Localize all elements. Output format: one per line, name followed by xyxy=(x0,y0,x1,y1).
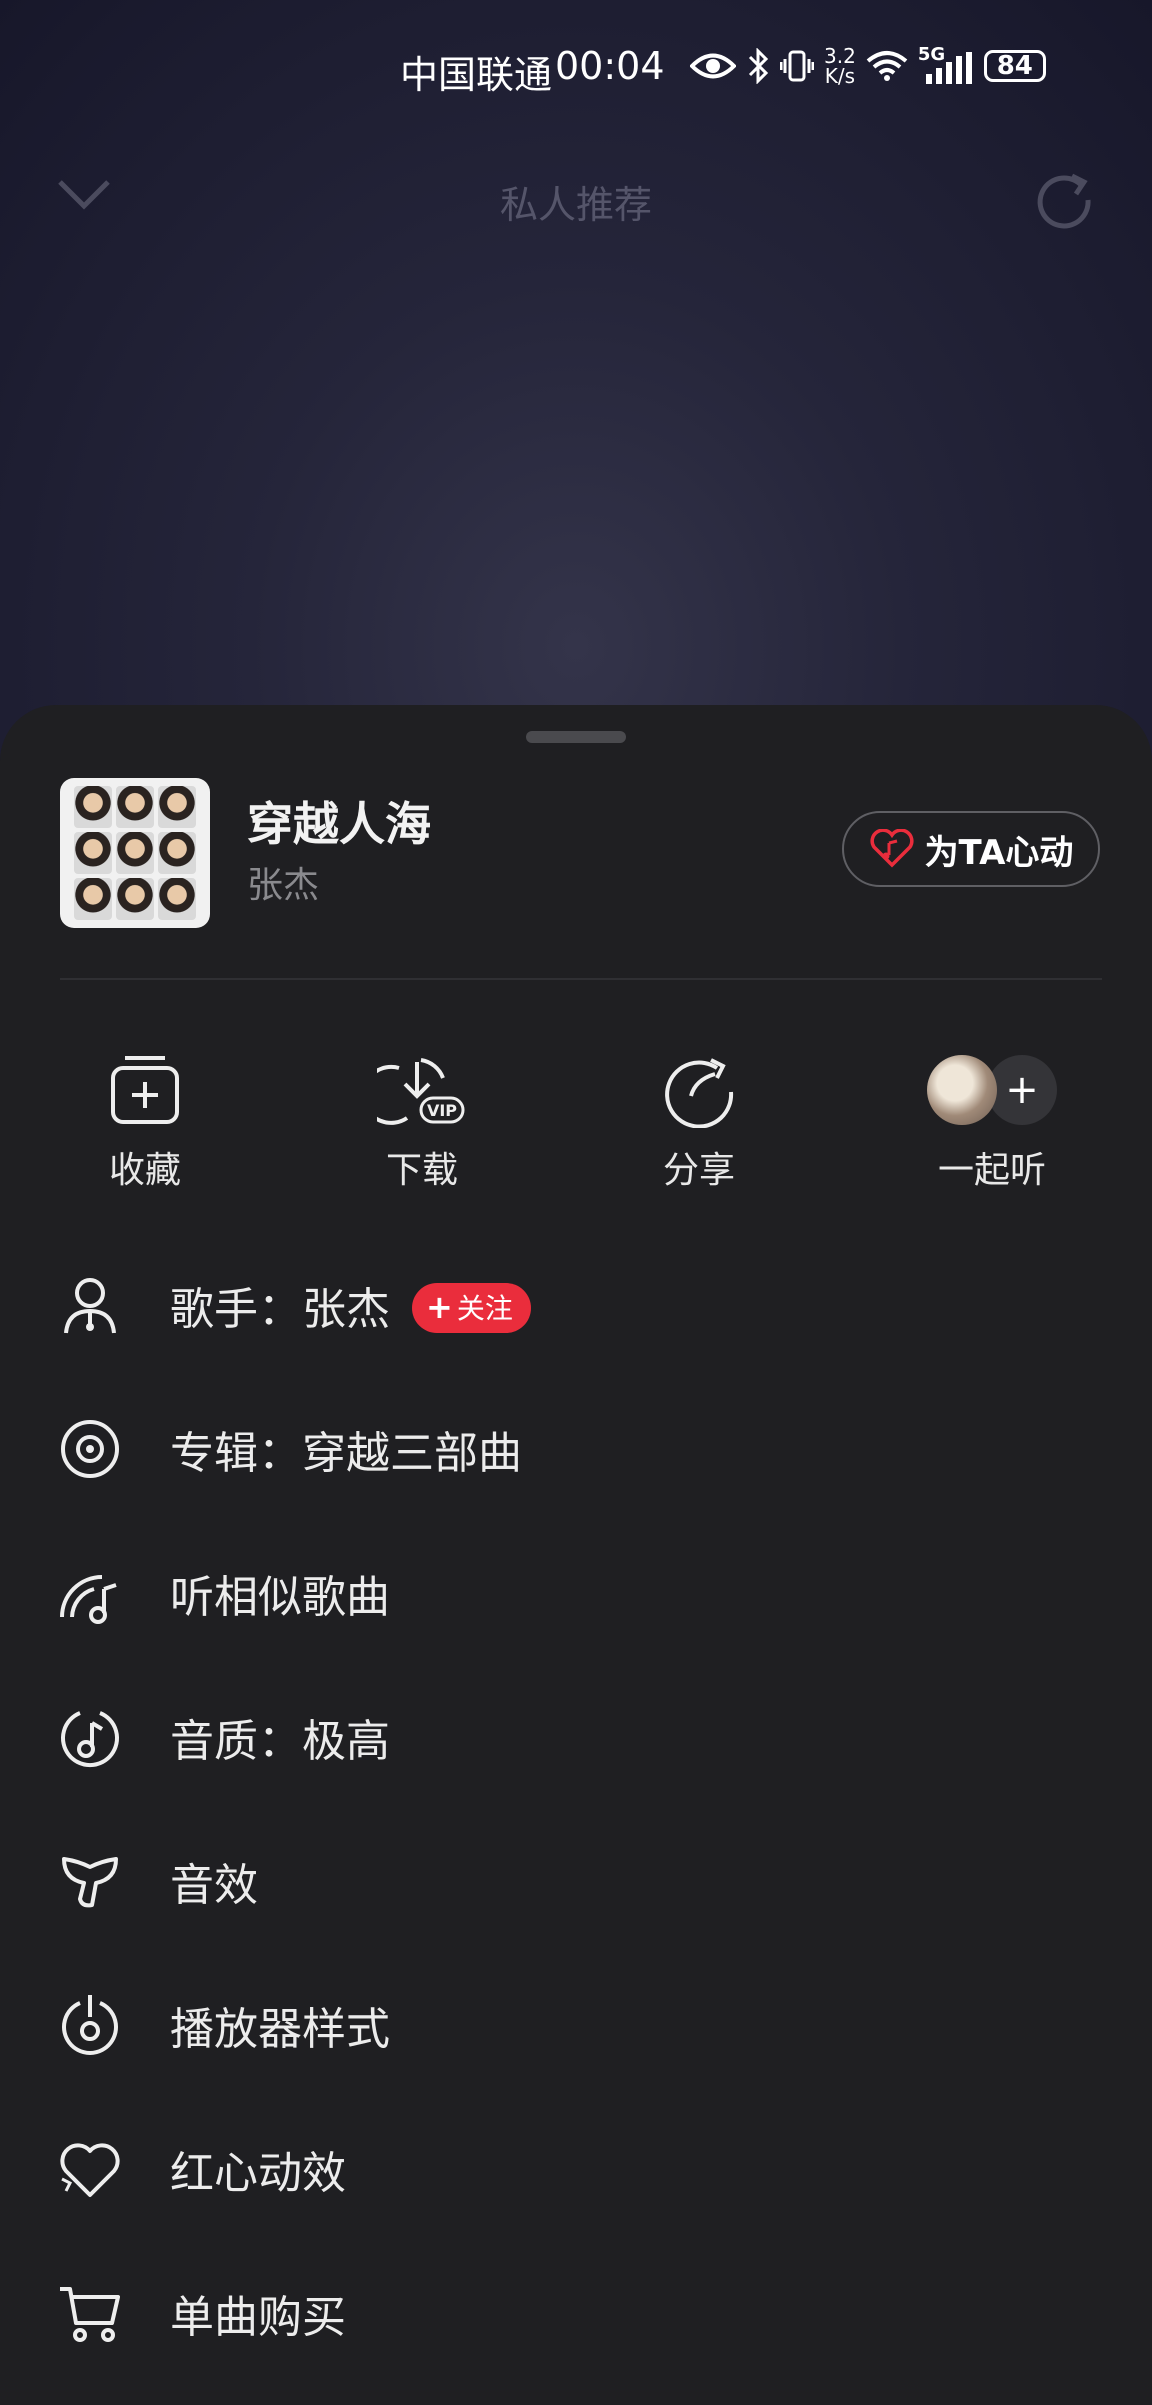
similar-songs-icon xyxy=(60,1575,117,1624)
collect-action[interactable]: 收藏 xyxy=(35,1045,255,1193)
menu-item-player-style[interactable]: 播放器样式 xyxy=(0,1975,1152,2075)
signal-bars-icon xyxy=(925,52,972,84)
player-style-label: 播放器样式 xyxy=(170,2004,390,2055)
divider xyxy=(60,978,1102,980)
clock: 00:04 xyxy=(555,44,665,88)
heart-effect-icon xyxy=(60,2143,120,2197)
album-name: 穿越三部曲 xyxy=(302,1428,522,1479)
menu-item-album[interactable]: 专辑：穿越三部曲 xyxy=(0,1399,1152,1499)
share-label: 分享 xyxy=(662,1150,735,1191)
refresh-icon[interactable] xyxy=(1032,166,1096,230)
status-icons: 3.2 K/s 5G 84 xyxy=(690,44,1046,86)
player-background xyxy=(0,0,1152,760)
net-speed-unit: K/s xyxy=(824,64,856,88)
menu-item-similar[interactable]: 听相似歌曲 xyxy=(0,1543,1152,1643)
download-label: 下载 xyxy=(385,1150,458,1191)
carrier-label: 中国联通 xyxy=(400,53,553,97)
bluetooth-icon xyxy=(748,48,769,84)
song-title: 穿越人海 xyxy=(247,797,431,851)
listen-together-action[interactable]: + 一起听 xyxy=(882,1045,1102,1193)
vip-badge-text: VIP xyxy=(427,1101,457,1120)
invite-plus-icon: + xyxy=(987,1055,1057,1125)
menu-item-buy[interactable]: 单曲购买 xyxy=(0,2263,1152,2363)
sheet-drag-handle[interactable] xyxy=(526,731,626,743)
sound-effects-icon xyxy=(62,1857,118,1908)
page-title: 私人推荐 xyxy=(499,183,652,227)
plus-icon: + xyxy=(426,1288,453,1326)
singer-icon xyxy=(64,1278,116,1334)
share-icon xyxy=(665,1058,734,1128)
effects-label: 音效 xyxy=(170,1860,258,1911)
collect-label: 收藏 xyxy=(108,1150,181,1191)
quality-value: 极高 xyxy=(302,1716,390,1767)
heartbeat-button[interactable]: 为TA心动 xyxy=(842,811,1100,887)
vibrate-icon xyxy=(780,50,814,82)
status-bar: 中国联通 00:04 3.2 K/s 5G 84 xyxy=(0,40,1152,97)
wifi-icon xyxy=(866,51,908,81)
album-disc-icon xyxy=(61,1420,119,1478)
more-options-sheet: 穿越人海 张杰 为TA心动 收藏 VIP 下载 分享 + 一起听 歌手：张杰 +… xyxy=(0,705,1152,2405)
singer-name: 张杰 xyxy=(302,1284,390,1335)
quick-actions: 收藏 VIP 下载 分享 + 一起听 xyxy=(0,1045,1152,1215)
follow-label: 关注 xyxy=(456,1292,513,1325)
avatar xyxy=(927,1055,997,1125)
battery-level: 84 xyxy=(996,51,1033,81)
heartbeat-label: 为TA心动 xyxy=(924,832,1074,873)
menu-item-singer[interactable]: 歌手：张杰 + 关注 xyxy=(0,1255,1152,1355)
heart-music-icon xyxy=(870,829,914,868)
quality-prefix: 音质： xyxy=(170,1716,302,1767)
menu-item-heart-effect[interactable]: 红心动效 xyxy=(0,2119,1152,2219)
sound-quality-icon xyxy=(61,1711,119,1767)
menu-item-effects[interactable]: 音效 xyxy=(0,1831,1152,1931)
album-cover xyxy=(60,778,210,928)
add-to-collection-icon xyxy=(111,1056,179,1124)
album-prefix: 专辑： xyxy=(170,1428,302,1479)
follow-button[interactable]: + 关注 xyxy=(412,1283,531,1333)
net-speed: 3.2 K/s xyxy=(824,46,856,86)
song-info: 穿越人海 张杰 为TA心动 xyxy=(60,778,1100,928)
listen-together-label: 一起听 xyxy=(937,1150,1046,1191)
menu-item-quality[interactable]: 音质：极高 xyxy=(0,1687,1152,1787)
shopping-cart-icon xyxy=(60,2287,120,2342)
player-header: 私人推荐 xyxy=(0,160,1152,240)
battery-indicator: 84 xyxy=(983,50,1046,82)
net-speed-value: 3.2 xyxy=(824,44,856,68)
buy-label: 单曲购买 xyxy=(170,2292,346,2343)
download-action[interactable]: VIP 下载 xyxy=(312,1045,532,1193)
heart-effect-label: 红心动效 xyxy=(170,2148,346,2199)
download-vip-icon: VIP xyxy=(377,1058,465,1125)
player-style-icon xyxy=(62,1995,118,2055)
share-action[interactable]: 分享 xyxy=(589,1045,809,1193)
cellular-signal: 5G xyxy=(918,44,974,84)
eye-icon xyxy=(690,53,736,79)
song-artist: 张杰 xyxy=(247,865,320,906)
similar-label: 听相似歌曲 xyxy=(170,1572,390,1623)
singer-prefix: 歌手： xyxy=(170,1284,302,1335)
